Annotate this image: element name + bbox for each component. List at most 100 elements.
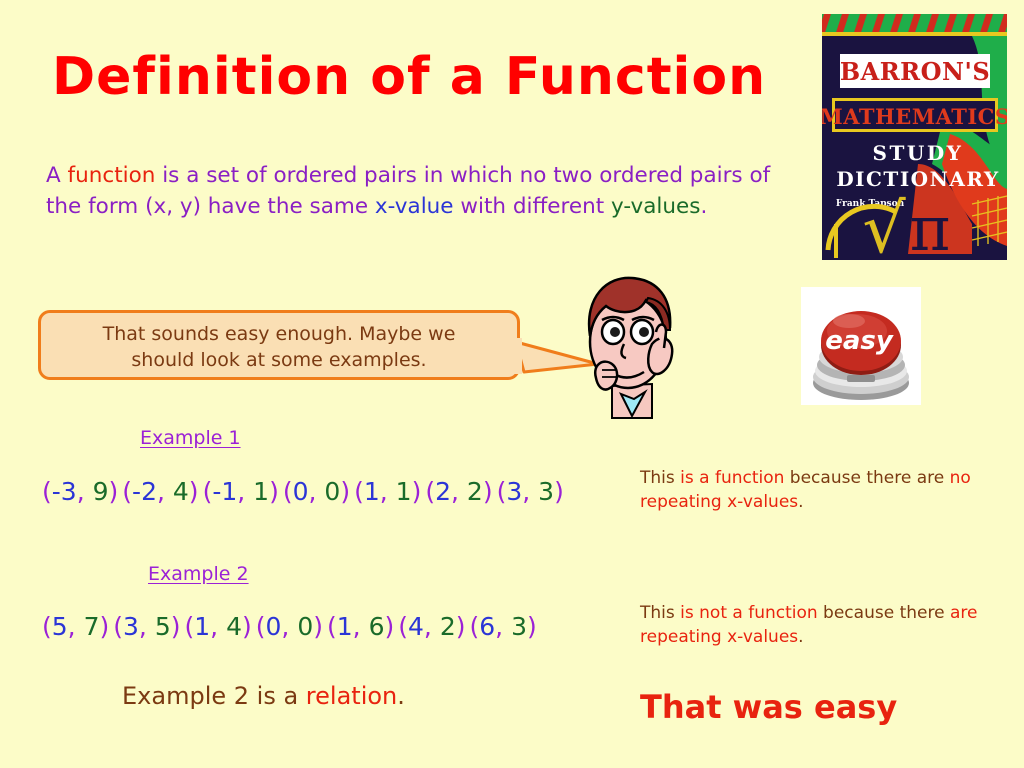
pair-close-paren: )	[526, 612, 537, 641]
pair-close-paren: )	[482, 477, 493, 506]
example-1-note-plain3: .	[798, 492, 804, 512]
pair-close-paren: )	[99, 612, 110, 641]
pair-open-paren: (	[113, 612, 124, 641]
pair-x-value: 5	[51, 612, 68, 641]
example-2-note-plain3: .	[798, 627, 804, 647]
ordered-pair: (-1, 1)	[203, 477, 279, 506]
example-1-note-plain1: This	[640, 468, 681, 488]
speech-bubble-line2: should look at some examples.	[131, 349, 427, 371]
easy-button-label: easy	[825, 326, 894, 356]
pair-comma: ,	[308, 477, 325, 506]
pair-close-paren: )	[241, 612, 252, 641]
ordered-pair: (-2, 4)	[122, 477, 198, 506]
book-brand-label: BARRON'S	[840, 57, 990, 86]
example-2-note-hl1: is not a function	[680, 603, 818, 623]
ordered-pair: (0, 0)	[256, 612, 323, 641]
ordered-pair: (1, 4)	[185, 612, 252, 641]
definition-seg3: with different	[453, 194, 611, 219]
pair-y-value: 4	[172, 477, 189, 506]
ordered-pair: (1, 6)	[327, 612, 394, 641]
pair-comma: ,	[495, 612, 512, 641]
pair-open-paren: (	[122, 477, 133, 506]
pair-y-value: 4	[226, 612, 242, 641]
relation-conclusion: Example 2 is a relation.	[122, 682, 405, 710]
pair-comma: ,	[156, 477, 173, 506]
pair-y-value: 2	[439, 612, 456, 641]
pair-close-paren: )	[384, 612, 395, 641]
pair-open-paren: (	[327, 612, 337, 641]
ordered-pair: (5, 7)	[42, 612, 109, 641]
pair-x-value: 1	[363, 477, 380, 506]
pair-y-value: 3	[538, 477, 555, 506]
example-1-label: Example 1	[140, 427, 241, 449]
pair-close-paren: )	[269, 477, 279, 506]
pair-x-value: 3	[123, 612, 139, 641]
pair-y-value: 1	[253, 477, 270, 506]
pair-x-value: 0	[292, 477, 309, 506]
slide-canvas: Definition of a Function A function is a…	[0, 0, 1024, 768]
definition-word-xvalue: x-value	[374, 194, 454, 219]
ordered-pair: (3, 3)	[497, 477, 564, 506]
pair-x-value: 2	[435, 477, 452, 506]
pair-open-paren: (	[398, 612, 409, 641]
pair-open-paren: (	[282, 477, 293, 506]
pair-open-paren: (	[255, 612, 266, 641]
definition-seg4: .	[700, 194, 708, 219]
ordered-pair: (0, 0)	[283, 477, 350, 506]
pair-open-paren: (	[202, 477, 213, 506]
example-2-note-plain2: because there	[817, 603, 950, 623]
pair-comma: ,	[138, 612, 155, 641]
book-type-line1: STUDY	[873, 141, 964, 165]
pair-comma: ,	[281, 612, 298, 641]
pair-open-paren: (	[496, 477, 507, 506]
ordered-pair: (1, 1)	[354, 477, 421, 506]
pair-y-value: 7	[83, 612, 100, 641]
definition-word-yvalues: y-values	[610, 194, 701, 219]
pair-comma: ,	[522, 477, 539, 506]
pair-x-value: -2	[132, 477, 157, 506]
book-pi-symbol: π	[910, 192, 951, 260]
pair-comma: ,	[76, 477, 93, 506]
book-cover-image: BARRON'S MATHEMATICS STUDY DICTIONARY Fr…	[822, 14, 1007, 260]
example-2-label: Example 2	[148, 563, 249, 585]
example-2-note-plain1: This	[640, 603, 681, 623]
pair-open-paren: (	[184, 612, 195, 641]
pair-close-paren: )	[188, 477, 199, 506]
pair-comma: ,	[210, 612, 227, 641]
book-radical-symbol: √	[862, 190, 906, 260]
pair-x-value: 6	[479, 612, 496, 641]
pair-close-paren: )	[313, 612, 323, 641]
definition-seg1: A	[46, 163, 68, 188]
pair-comma: ,	[237, 477, 254, 506]
pair-comma: ,	[352, 612, 369, 641]
pair-x-value: 1	[194, 612, 211, 641]
book-subject-label: MATHEMATICS	[822, 104, 1007, 129]
pair-x-value: 1	[336, 612, 353, 641]
relation-plain-text: Example 2 is a	[122, 682, 306, 710]
easy-button-icon[interactable]: easy	[801, 287, 921, 405]
ordered-pair: (2, 2)	[425, 477, 492, 506]
pair-y-value: 0	[297, 612, 314, 641]
pair-close-paren: )	[455, 612, 466, 641]
definition-paragraph: A function is a set of ordered pairs in …	[46, 160, 786, 222]
ordered-pair: (3, 5)	[113, 612, 180, 641]
relation-end-text: .	[397, 682, 405, 710]
thinking-boy-icon	[587, 276, 674, 419]
example-1-note: This is a function because there are no …	[640, 466, 990, 514]
example-2-note: This is not a function because there are…	[640, 601, 990, 649]
book-cover-art: BARRON'S MATHEMATICS STUDY DICTIONARY Fr…	[822, 14, 1007, 260]
pair-y-value: 0	[324, 477, 341, 506]
pair-y-value: 1	[395, 477, 412, 506]
pair-comma: ,	[379, 477, 396, 506]
example-1-pairs: (-3, 9) (-2, 4) (-1, 1) (0, 0) (1, 1) (2, 2)(…	[42, 477, 568, 506]
pair-close-paren: )	[411, 477, 422, 506]
speech-bubble: That sounds easy enough. Maybe we should…	[38, 310, 600, 382]
pair-open-paren: (	[469, 612, 480, 641]
that-was-easy-text: That was easy	[640, 688, 898, 726]
pair-close-paren: )	[108, 477, 119, 506]
ordered-pair: (4, 2)	[398, 612, 465, 641]
pair-open-paren: (	[354, 477, 364, 506]
pair-open-paren: (	[425, 477, 436, 506]
ordered-pair: (6, 3)	[470, 612, 537, 641]
pair-close-paren: )	[340, 477, 351, 506]
